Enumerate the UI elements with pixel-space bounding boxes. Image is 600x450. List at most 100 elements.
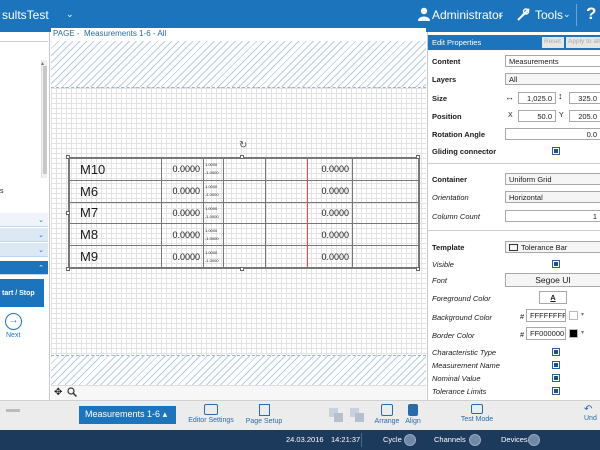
layers-dropdown[interactable]: All [505,73,600,85]
tolerance-bar [223,179,266,203]
measurement-value-2: 0.0000 [307,179,353,203]
chevron-down-icon[interactable]: ▾ [581,311,584,318]
rotation-input[interactable]: 0.0 [505,128,600,140]
measurement-value: 0.0000 [161,201,204,225]
border-color-swatch[interactable] [569,329,578,338]
canvas-footer: ✥ [51,385,426,400]
app-title-chevron-icon[interactable]: ⌄ [66,9,74,20]
properties-header: Edit Properties Reset Apply to all [428,35,600,50]
measurement-value-2: 0.0000 [307,158,353,181]
border-color-input[interactable]: FF000000 [526,327,566,340]
tools-chevron-icon[interactable]: ⌄ [563,9,571,20]
channels-indicator[interactable] [469,434,481,446]
orientation-label: Orientation [432,193,469,202]
tolerance-bar-icon [509,244,518,251]
page-setup-label: Page Setup [245,418,283,425]
editor-settings-button[interactable]: Editor Settings [186,404,236,424]
measurement-name-checkbox[interactable] [552,361,560,369]
column-count-label: Column Count [432,212,480,221]
gliding-checkbox[interactable] [552,147,560,155]
resize-handle[interactable] [240,267,244,271]
resize-handle[interactable] [66,211,70,215]
devices-indicator[interactable] [528,434,540,446]
user-menu[interactable]: Administrator [432,8,503,22]
page-margin-bottom [51,355,426,385]
status-date: 24.03.2016 [286,435,324,444]
table-row[interactable]: M10 0.0000 1.0000 -1.0000 0.0000 [69,158,419,181]
table-row[interactable]: M6 0.0000 1.0000 -1.0000 0.0000 [69,179,419,203]
size-width-input[interactable]: 1,025.0 [518,92,556,104]
chevron-down-icon: ⌄ [38,247,44,254]
measurement-value-2: 0.0000 [307,245,353,268]
arrange-button[interactable]: Arrange [373,404,401,425]
left-row-1[interactable]: ⌄ [0,213,48,227]
undo-icon: ↶ [584,404,593,415]
tolerance-bar [265,179,308,203]
upper-limit: 1.0000 [205,162,218,168]
column-count-input[interactable]: 1 [505,210,600,222]
tolerance-scale: 1.0000 -1.0000 [203,158,224,181]
container-dropdown[interactable]: Uniform Grid [505,173,600,185]
tools-menu[interactable]: Tools [535,8,563,22]
template-dropdown[interactable]: Tolerance Bar [505,241,600,253]
reset-button[interactable]: Reset [542,37,564,48]
table-row[interactable]: M7 0.0000 1.0000 -1.0000 0.0000 [69,201,419,225]
scrollbar-thumb[interactable] [43,66,47,174]
position-y-input[interactable]: 205.0 [569,110,600,122]
content-field[interactable]: Measurements [505,55,600,67]
undo-button[interactable]: ↶ Und [584,404,600,422]
left-row-2[interactable]: ⌄ [0,228,48,242]
move-icon[interactable]: ✥ [54,387,62,398]
nominal-value-checkbox[interactable] [552,374,560,382]
test-mode-icon [471,404,483,414]
next-button-label[interactable]: Next [6,332,20,339]
border-color-label: Border Color [432,331,475,340]
pos-x-label: X [508,112,513,119]
chevron-down-icon[interactable]: ▾ [581,329,584,336]
page-setup-button[interactable]: Page Setup [244,404,284,425]
background-color-swatch[interactable] [569,311,578,320]
start-stop-button[interactable]: tart / Stop [0,279,44,307]
characteristic-type-checkbox[interactable] [552,348,560,356]
measurement-grid-widget[interactable]: M10 0.0000 1.0000 -1.0000 0.0000 M6 0.0000 1.00… [68,157,420,269]
resize-handle[interactable] [66,155,70,159]
divider [576,4,577,26]
left-row-3[interactable]: ⌄ [0,243,48,257]
help-icon[interactable]: ? [586,4,596,24]
resize-handle[interactable] [66,267,70,271]
position-label: Position [432,112,462,121]
resize-handle[interactable] [416,155,420,159]
measurement-value-2: 0.0000 [307,201,353,225]
size-height-input[interactable]: 325.0 [569,92,600,104]
empty-cell [352,245,419,268]
left-row-active[interactable]: ⌃ [0,261,48,275]
rotate-handle-icon[interactable]: ↻ [239,140,247,151]
tolerance-limits-checkbox[interactable] [552,387,560,395]
align-button[interactable]: Align [402,404,424,425]
user-chevron-icon[interactable]: ⌄ [497,9,505,20]
zoom-icon[interactable] [67,387,78,398]
font-dropdown[interactable]: Segoe UI [505,273,600,287]
background-color-input[interactable]: FFFFFFFF [526,309,566,322]
table-row[interactable]: M9 0.0000 1.0000 -1.0000 0.0000 [69,245,419,268]
next-arrow-icon[interactable]: → [5,313,22,330]
tolerance-limits-label: Tolerance Limits [432,387,487,396]
scroll-up-icon[interactable]: ▴ [41,60,44,67]
resize-handle[interactable] [416,267,420,271]
orientation-dropdown[interactable]: Horizontal [505,191,600,203]
cycle-indicator[interactable] [404,434,416,446]
foreground-color-picker[interactable]: A [539,291,567,304]
measurements-tab-button[interactable]: Measurements 1-6 ▴ [79,406,176,424]
undo-label: Und [584,415,597,422]
table-row[interactable]: M8 0.0000 1.0000 -1.0000 0.0000 [69,223,419,247]
app-title[interactable]: sultsTest [2,8,49,22]
layers-label: Layers [432,75,457,84]
scrollbar[interactable] [41,60,47,178]
left-panel: ▴ s ⌄ ⌄ ⌄ ⌃ tart / Stop → Next [0,32,50,400]
test-mode-button[interactable]: Test Mode [455,404,499,423]
visible-checkbox[interactable] [552,260,560,268]
position-x-input[interactable]: 50.0 [518,110,556,122]
apply-to-all-button[interactable]: Apply to all [566,37,600,48]
measurement-table: M10 0.0000 1.0000 -1.0000 0.0000 M6 0.0000 1.00… [69,158,419,268]
resize-handle[interactable] [240,155,244,159]
